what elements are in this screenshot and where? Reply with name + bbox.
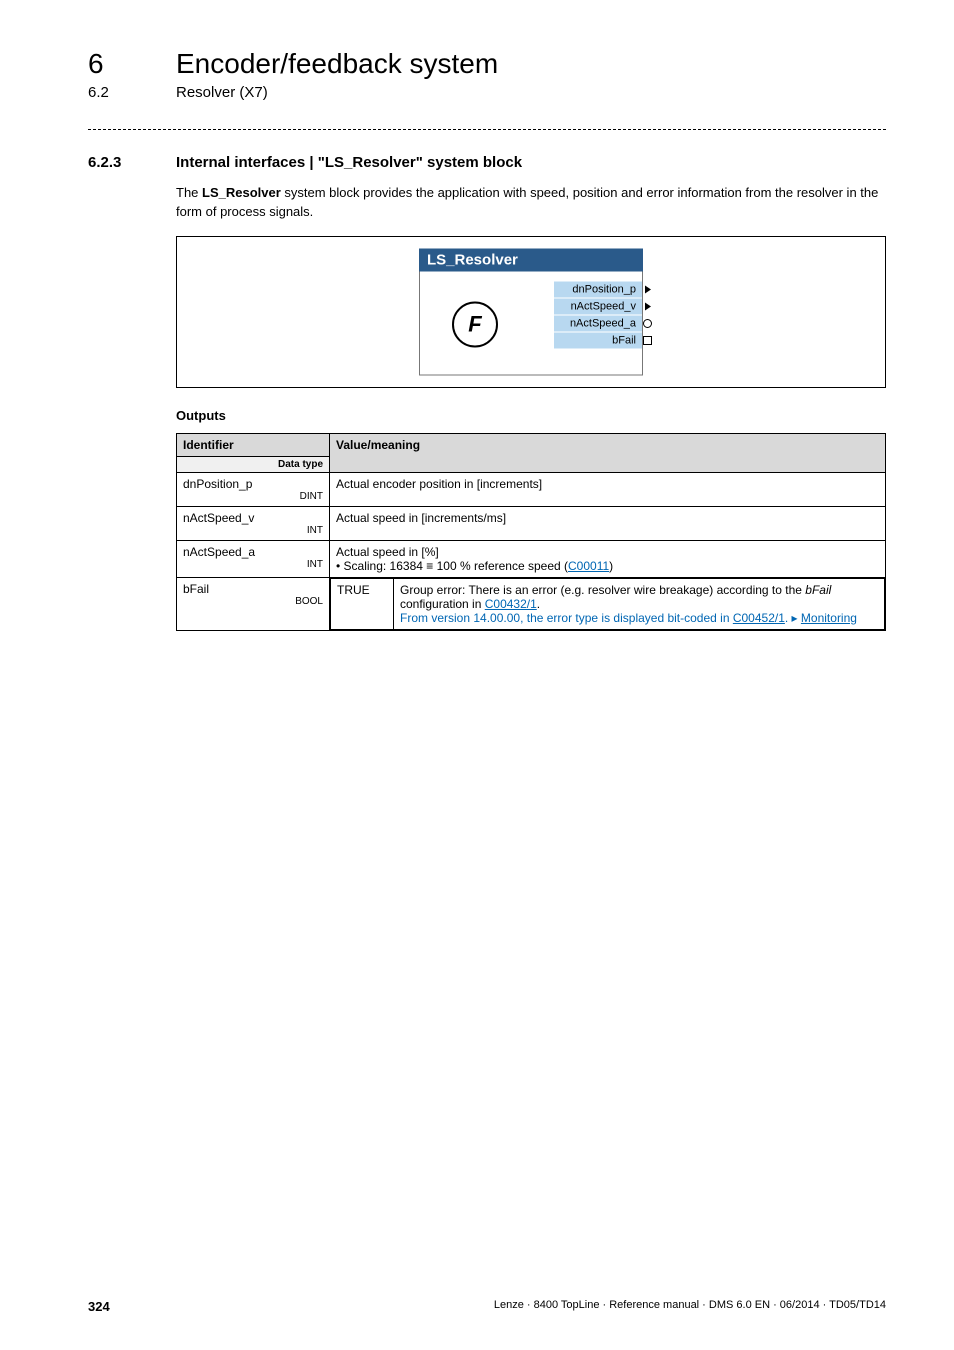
outputs-heading: Outputs (176, 408, 886, 423)
true-line1-link[interactable]: C00432/1 (485, 597, 537, 611)
row-value: TRUE Group error: There is an error (e.g… (330, 577, 886, 630)
subchapter-title: Resolver (X7) (176, 84, 268, 101)
page-footer: 324 Lenze · 8400 TopLine · Reference man… (88, 1299, 886, 1314)
subchapter-row: 6.2 Resolver (X7) (88, 84, 886, 101)
true-line1-italic: bFail (805, 583, 831, 597)
th-identifier-label: Identifier (183, 438, 323, 452)
block-circle-icon: F (452, 301, 498, 347)
row-identifier: dnPosition_p (183, 477, 323, 491)
true-subtable: TRUE Group error: There is an error (e.g… (330, 578, 885, 630)
true-line2-c: . ▸ (785, 611, 801, 625)
row-value-bullet: • Scaling: 16384 ≡ 100 % reference speed… (336, 559, 879, 573)
block-body: F dnPosition_p nActSpeed_v nActSpeed_a b… (419, 271, 643, 375)
bullet-prefix: • Scaling: 16384 ≡ 100 % reference speed… (336, 559, 568, 573)
row-identifier: nActSpeed_a (183, 545, 323, 559)
true-line2-b: , the error type is displayed bit-coded … (520, 611, 733, 625)
page-number: 324 (88, 1299, 110, 1314)
true-line1-c: . (537, 597, 540, 611)
intro-paragraph: The LS_Resolver system block provides th… (176, 184, 886, 222)
diagram-frame: LS_Resolver F dnPosition_p nActSpeed_v n… (176, 236, 886, 388)
row-datatype: BOOL (183, 596, 323, 607)
port-stack: dnPosition_p nActSpeed_v nActSpeed_a bFa… (554, 281, 642, 349)
row-value: Actual speed in [increments/ms] (330, 506, 886, 540)
true-description: Group error: There is an error (e.g. res… (394, 578, 885, 629)
bullet-suffix: ) (609, 559, 613, 573)
th-identifier: Identifier Data type (177, 433, 330, 472)
subchapter-number: 6.2 (88, 84, 176, 101)
footer-right: Lenze · 8400 TopLine · Reference manual … (494, 1299, 886, 1314)
port-bfail: bFail (554, 332, 642, 348)
table-row: nActSpeed_a INT Actual speed in [%] • Sc… (177, 540, 886, 577)
chapter-row: 6 Encoder/feedback system (88, 48, 886, 80)
chapter-title: Encoder/feedback system (176, 48, 498, 80)
th-value: Value/meaning (330, 433, 886, 472)
true-line1-a: Group error: There is an error (e.g. res… (400, 583, 805, 597)
system-block: LS_Resolver F dnPosition_p nActSpeed_v n… (419, 248, 643, 375)
port-nactspeed-v: nActSpeed_v (554, 298, 642, 314)
io-table: Identifier Data type Value/meaning dnPos… (176, 433, 886, 631)
true-line2-version: From version 14.00.00 (400, 611, 520, 625)
row-datatype: INT (183, 559, 323, 570)
row-datatype: INT (183, 525, 323, 536)
true-line2-link1[interactable]: C00452/1 (733, 611, 785, 625)
row-identifier: bFail (183, 582, 323, 596)
row-value-main: Actual speed in [%] (336, 545, 879, 559)
section-number: 6.2.3 (88, 154, 176, 171)
section-row: 6.2.3 Internal interfaces | "LS_Resolver… (88, 154, 886, 171)
divider (88, 129, 886, 130)
port-nactspeed-a: nActSpeed_a (554, 315, 642, 331)
bullet-link[interactable]: C00011 (568, 559, 609, 573)
block-title: LS_Resolver (419, 248, 643, 271)
table-row: nActSpeed_v INT Actual speed in [increme… (177, 506, 886, 540)
true-line2-link2[interactable]: Monitoring (801, 611, 857, 625)
true-label: TRUE (331, 578, 394, 629)
row-value: Actual speed in [%] • Scaling: 16384 ≡ 1… (330, 540, 886, 577)
th-datatype-label: Data type (177, 456, 329, 472)
intro-text: The (176, 185, 202, 200)
section-title: Internal interfaces | "LS_Resolver" syst… (176, 154, 522, 171)
intro-text: system block provides the application wi… (176, 185, 878, 219)
row-datatype: DINT (183, 491, 323, 502)
row-identifier: nActSpeed_v (183, 511, 323, 525)
true-line1-b: configuration in (400, 597, 485, 611)
chapter-number: 6 (88, 48, 176, 80)
table-row: bFail BOOL TRUE Group error: There is an… (177, 577, 886, 630)
row-value: Actual encoder position in [increments] (330, 472, 886, 506)
intro-bold: LS_Resolver (202, 185, 281, 200)
port-dnposition: dnPosition_p (554, 281, 642, 297)
table-row: dnPosition_p DINT Actual encoder positio… (177, 472, 886, 506)
